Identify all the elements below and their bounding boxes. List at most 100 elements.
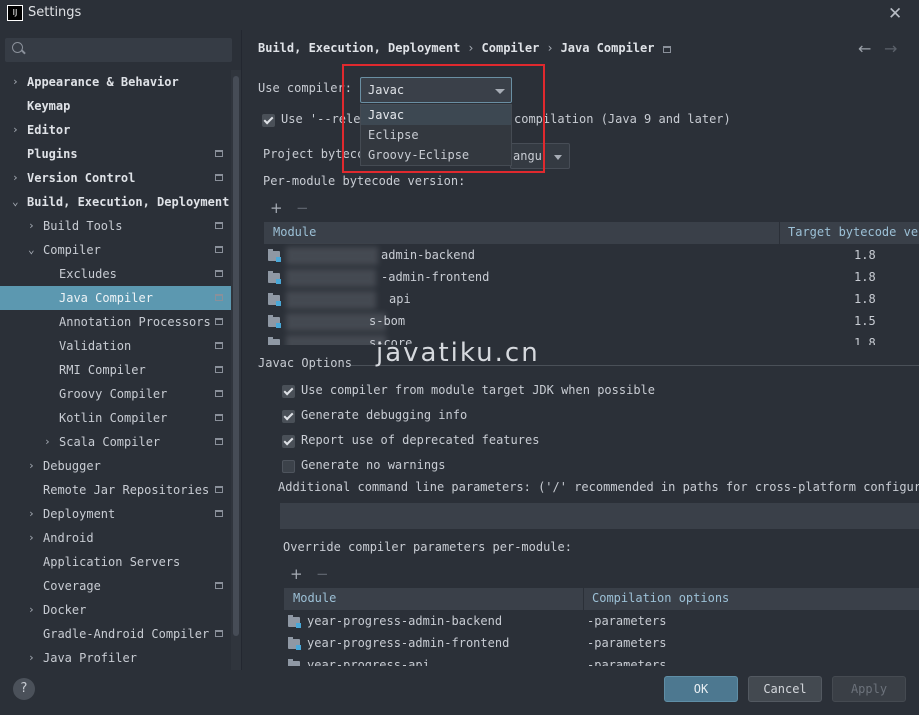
apply-button[interactable]: Apply — [832, 676, 906, 702]
sidebar-item[interactable]: › Deployment — [0, 502, 231, 526]
column-header-module[interactable]: Module — [293, 591, 336, 605]
add-icon[interactable]: + — [270, 199, 283, 217]
release-option-checkbox[interactable] — [262, 114, 275, 127]
sidebar-item-label: Keymap — [27, 99, 71, 113]
sidebar-item[interactable]: › Android — [0, 526, 231, 550]
search-input[interactable] — [5, 38, 232, 62]
chevron-down-icon[interactable]: ⌄ — [12, 190, 22, 214]
cancel-button[interactable]: Cancel — [748, 676, 822, 702]
cmd-params-input[interactable] — [280, 503, 919, 529]
compilation-options: -parameters — [587, 636, 667, 650]
cmd-params-label: Additional command line parameters: ('/'… — [278, 480, 919, 494]
table-row[interactable]: year-progress-api -parameters — [284, 655, 919, 666]
sidebar-item[interactable]: ⌄ Build, Execution, Deployment — [0, 190, 231, 214]
sidebar-item[interactable]: Coverage — [0, 574, 231, 598]
chevron-down-icon[interactable]: ⌄ — [28, 238, 38, 262]
project-settings-icon — [215, 318, 223, 325]
module-folder-icon — [268, 271, 281, 284]
javac-option-checkbox[interactable] — [282, 385, 295, 398]
chevron-right-icon[interactable]: › — [28, 214, 38, 238]
chevron-right-icon[interactable]: › — [28, 646, 38, 670]
module-name: s-bom — [369, 314, 406, 328]
chevron-right-icon[interactable]: › — [28, 454, 38, 478]
sidebar-item[interactable]: › Debugger — [0, 454, 231, 478]
column-header-options[interactable]: Compilation options — [592, 591, 729, 605]
javac-option-checkbox[interactable] — [282, 410, 295, 423]
sidebar-item[interactable]: Keymap — [0, 94, 231, 118]
sidebar-item-label: RMI Compiler — [59, 363, 146, 377]
sidebar-item-label: Docker — [43, 603, 87, 617]
module-folder-icon — [288, 659, 300, 666]
sidebar-item[interactable]: › Appearance & Behavior — [0, 70, 231, 94]
sidebar-item[interactable]: Excludes — [0, 262, 231, 286]
sidebar-item[interactable]: Application Servers — [0, 550, 231, 574]
search-icon — [12, 42, 23, 53]
project-settings-icon — [215, 390, 223, 397]
sidebar-item[interactable]: Remote Jar Repositories — [0, 478, 231, 502]
sidebar-item-label: Debugger — [43, 459, 101, 473]
arrow-left-icon[interactable]: ← — [858, 39, 871, 58]
module-folder-icon — [288, 615, 301, 628]
redacted-text — [286, 247, 378, 265]
module-name: year-progress-admin-backend — [307, 614, 503, 628]
sidebar-item-label: Plugins — [27, 147, 78, 161]
close-icon[interactable]: ✕ — [888, 4, 902, 24]
table-row[interactable]: s-core 1.8 — [264, 333, 919, 345]
arrow-right-icon[interactable]: → — [884, 39, 897, 58]
redacted-text — [286, 269, 376, 287]
chevron-right-icon[interactable]: › — [28, 502, 38, 526]
help-icon[interactable]: ? — [13, 678, 35, 700]
sidebar-item[interactable]: ⌄ Compiler — [0, 238, 231, 262]
table-row[interactable]: year-progress-admin-backend -parameters — [284, 611, 919, 633]
table-row[interactable]: s-bom 1.5 — [264, 311, 919, 333]
table-row[interactable]: year-progress-admin-frontend -parameters — [284, 633, 919, 655]
sidebar-item-label: Scala Compiler — [59, 435, 161, 449]
sidebar-item[interactable]: Kotlin Compiler — [0, 406, 231, 430]
sidebar-item[interactable]: Groovy Compiler — [0, 382, 231, 406]
chevron-right-icon[interactable]: › — [12, 118, 22, 142]
chevron-right-icon[interactable]: › — [12, 70, 22, 94]
project-settings-icon — [215, 150, 223, 157]
release-option-label-right: compilation (Java 9 and later) — [514, 112, 731, 126]
sidebar-item[interactable]: › Docker — [0, 598, 231, 622]
remove-icon[interactable]: − — [316, 565, 329, 583]
sidebar-item-label: Excludes — [59, 267, 117, 281]
sidebar-item[interactable]: › Version Control — [0, 166, 231, 190]
project-settings-icon — [215, 222, 223, 229]
table-row[interactable]: api 1.8 — [264, 289, 919, 311]
sidebar-item[interactable]: › Java Profiler — [0, 646, 231, 670]
sidebar-item-label: Kotlin Compiler — [59, 411, 168, 425]
remove-icon[interactable]: − — [296, 199, 309, 217]
sidebar-item[interactable]: Plugins — [0, 142, 231, 166]
sidebar-item[interactable]: › Build Tools — [0, 214, 231, 238]
sidebar-item[interactable]: RMI Compiler — [0, 358, 231, 382]
table-row[interactable]: admin-backend 1.8 — [264, 245, 919, 267]
add-icon[interactable]: + — [290, 565, 303, 583]
column-header-module[interactable]: Module — [273, 225, 316, 239]
javac-option-checkbox[interactable] — [282, 435, 295, 448]
sidebar-scrollbar[interactable] — [231, 70, 241, 670]
sidebar-item[interactable]: › Scala Compiler — [0, 430, 231, 454]
target-version: 1.8 — [854, 292, 876, 306]
javac-option-label: Generate debugging info — [301, 408, 468, 422]
override-params-table: Module Compilation options year-progress… — [284, 588, 919, 666]
sidebar-item-label: Remote Jar Repositories — [43, 483, 210, 497]
ok-button[interactable]: OK — [664, 676, 738, 702]
sidebar-item-label: Java Compiler — [59, 291, 153, 305]
chevron-right-icon[interactable]: › — [28, 598, 38, 622]
sidebar-item[interactable]: Validation — [0, 334, 231, 358]
chevron-right-icon[interactable]: › — [12, 166, 22, 190]
sidebar-item-label: Editor — [27, 123, 71, 137]
sidebar-item[interactable]: Annotation Processors — [0, 310, 231, 334]
table-row[interactable]: -admin-frontend 1.8 — [264, 267, 919, 289]
chevron-right-icon[interactable]: › — [44, 430, 54, 454]
sidebar-item[interactable]: › Editor — [0, 118, 231, 142]
target-version: 1.8 — [854, 336, 876, 345]
sidebar-item-label: Gradle-Android Compiler — [43, 627, 210, 641]
module-name: api — [389, 292, 411, 306]
sidebar-item[interactable]: Java Compiler — [0, 286, 231, 310]
chevron-right-icon[interactable]: › — [28, 526, 38, 550]
column-header-target[interactable]: Target bytecode ver — [788, 225, 919, 239]
javac-option-checkbox[interactable] — [282, 460, 295, 473]
sidebar-item[interactable]: Gradle-Android Compiler — [0, 622, 231, 646]
